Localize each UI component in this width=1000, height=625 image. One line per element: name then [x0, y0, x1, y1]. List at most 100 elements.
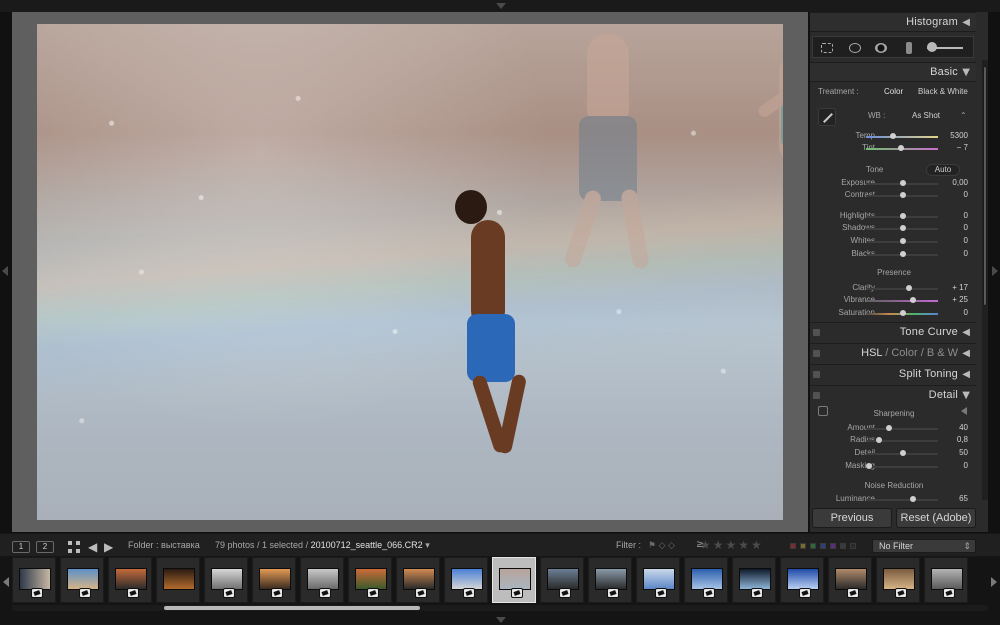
grid-view-icon[interactable]	[68, 541, 80, 553]
filmstrip-thumbnail[interactable]	[396, 557, 440, 603]
tone-auto-button[interactable]: Auto	[926, 164, 960, 176]
filmstrip-thumbnail[interactable]	[300, 557, 344, 603]
adjustment-brush-icon[interactable]	[922, 41, 968, 55]
right-panel-scroll-thumb[interactable]	[983, 66, 987, 306]
filmstrip-thumbnail[interactable]	[732, 557, 776, 603]
expand-down-icon[interactable]: ▼	[962, 390, 970, 401]
panel-enable-switch[interactable]	[813, 329, 820, 336]
filmstrip-thumbnails[interactable]	[12, 557, 988, 607]
collapse-left-icon[interactable]: ◀	[962, 348, 970, 359]
collapse-left-icon[interactable]: ◀	[962, 327, 970, 338]
filmstrip-thumbnail[interactable]	[252, 557, 296, 603]
vibrance-track[interactable]	[866, 297, 938, 303]
contrast-track[interactable]	[866, 192, 938, 198]
highlights-track[interactable]	[866, 213, 938, 219]
hsl-bw-tab[interactable]: B & W	[927, 347, 958, 359]
color-filter-purple[interactable]	[830, 543, 836, 549]
photo-viewer[interactable]	[12, 12, 808, 532]
blacks-track[interactable]	[866, 251, 938, 257]
color-filter-gray[interactable]	[840, 543, 846, 549]
slider-contrast[interactable]: Contrast 0	[812, 189, 976, 203]
blacks-knob[interactable]	[900, 251, 906, 257]
panel-enable-switch[interactable]	[813, 392, 820, 399]
filmstrip-scroll-thumb[interactable]	[164, 606, 420, 610]
forward-arrow-icon[interactable]: ▶	[104, 540, 113, 554]
filmstrip-thumbnail[interactable]	[780, 557, 824, 603]
panel-split-toning[interactable]: Split Toning ◀	[810, 364, 976, 384]
expand-down-icon[interactable]: ▼	[962, 67, 970, 78]
treatment-bw-button[interactable]: Black & White	[918, 87, 968, 96]
panel-enable-switch[interactable]	[813, 350, 820, 357]
shadows-track[interactable]	[866, 225, 938, 231]
graduated-filter-icon[interactable]	[900, 41, 918, 55]
filmstrip-thumbnail[interactable]	[588, 557, 632, 603]
luminance-track[interactable]	[866, 496, 938, 502]
previous-button[interactable]: Previous	[812, 508, 892, 528]
filmstrip-scroll-right-icon[interactable]	[991, 577, 997, 587]
slider-radius[interactable]: Radius 0,8	[812, 434, 976, 448]
slider-saturation[interactable]: Saturation 0	[812, 307, 976, 321]
filmstrip-thumbnail[interactable]	[444, 557, 488, 603]
panel-enable-switch[interactable]	[813, 371, 820, 378]
slider-luminance[interactable]: Luminance 65	[812, 493, 976, 507]
filmstrip-thumbnail[interactable]	[828, 557, 872, 603]
right-panel-scrollbar[interactable]	[982, 60, 988, 500]
vibrance-knob[interactable]	[910, 297, 916, 303]
temp-track[interactable]	[866, 133, 938, 139]
detail-track[interactable]	[866, 450, 938, 456]
filmstrip-scrollbar[interactable]	[12, 605, 988, 611]
temp-knob[interactable]	[890, 133, 896, 139]
slider-tint[interactable]: Tint − 7	[812, 142, 976, 156]
color-filter-blue[interactable]	[820, 543, 826, 549]
filmstrip-thumbnail[interactable]	[204, 557, 248, 603]
wb-dropdown-chevron-icon[interactable]: ⌃	[960, 111, 967, 120]
panel-histogram[interactable]: Histogram ◀	[810, 12, 976, 32]
masking-track[interactable]	[866, 463, 938, 469]
wb-dropdown[interactable]: As Shot	[912, 111, 940, 120]
slider-blacks[interactable]: Blacks 0	[812, 248, 976, 262]
whites-knob[interactable]	[900, 238, 906, 244]
radius-knob[interactable]	[876, 437, 882, 443]
amount-track[interactable]	[866, 425, 938, 431]
filmstrip-scroll-left-icon[interactable]	[3, 577, 9, 587]
filmstrip-thumbnail[interactable]	[636, 557, 680, 603]
luminance-knob[interactable]	[910, 496, 916, 502]
filmstrip-thumbnail-selected[interactable]	[492, 557, 536, 603]
collapse-left-icon[interactable]: ◀	[962, 369, 970, 380]
crop-icon[interactable]	[818, 41, 836, 55]
rating-filter-stars[interactable]: ★★★★★	[700, 538, 764, 552]
slider-shadows[interactable]: Shadows 0	[812, 222, 976, 236]
tint-track[interactable]	[866, 145, 938, 151]
amount-knob[interactable]	[886, 425, 892, 431]
color-filter-red[interactable]	[790, 543, 796, 549]
filter-select-chevron-icon[interactable]: ⇕	[963, 540, 971, 552]
top-collapse-icon[interactable]	[496, 3, 506, 9]
collapse-left-icon[interactable]: ◀	[962, 17, 970, 28]
whites-track[interactable]	[866, 238, 938, 244]
saturation-knob[interactable]	[900, 310, 906, 316]
filmstrip-thumbnail[interactable]	[540, 557, 584, 603]
shadows-knob[interactable]	[900, 225, 906, 231]
treatment-color-button[interactable]: Color	[884, 87, 903, 96]
filmstrip-thumbnail[interactable]	[12, 557, 56, 603]
flag-filter-icons[interactable]: ⚑ ◇ ◇	[648, 540, 675, 551]
right-panel-toggle-icon[interactable]	[992, 266, 998, 276]
highlights-knob[interactable]	[900, 213, 906, 219]
bottom-collapse-icon[interactable]	[496, 617, 506, 623]
filmstrip-thumbnail[interactable]	[924, 557, 968, 603]
filmstrip-thumbnail[interactable]	[876, 557, 920, 603]
slider-whites[interactable]: Whites 0	[812, 235, 976, 249]
hsl-tab[interactable]: HSL	[861, 347, 882, 359]
masking-knob[interactable]	[866, 463, 872, 469]
hsl-color-tab[interactable]: Color	[891, 347, 917, 359]
view-1-button[interactable]: 1	[12, 541, 30, 553]
tint-knob[interactable]	[898, 145, 904, 151]
color-label-filter[interactable]	[790, 543, 860, 551]
panel-hsl[interactable]: HSL / Color / B & W ◀	[810, 343, 976, 363]
filmstrip-thumbnail[interactable]	[108, 557, 152, 603]
detail-knob[interactable]	[900, 450, 906, 456]
filmstrip-thumbnail[interactable]	[684, 557, 728, 603]
spot-removal-icon[interactable]	[846, 41, 864, 55]
color-filter-none[interactable]	[850, 543, 856, 549]
filmstrip-thumbnail[interactable]	[60, 557, 104, 603]
